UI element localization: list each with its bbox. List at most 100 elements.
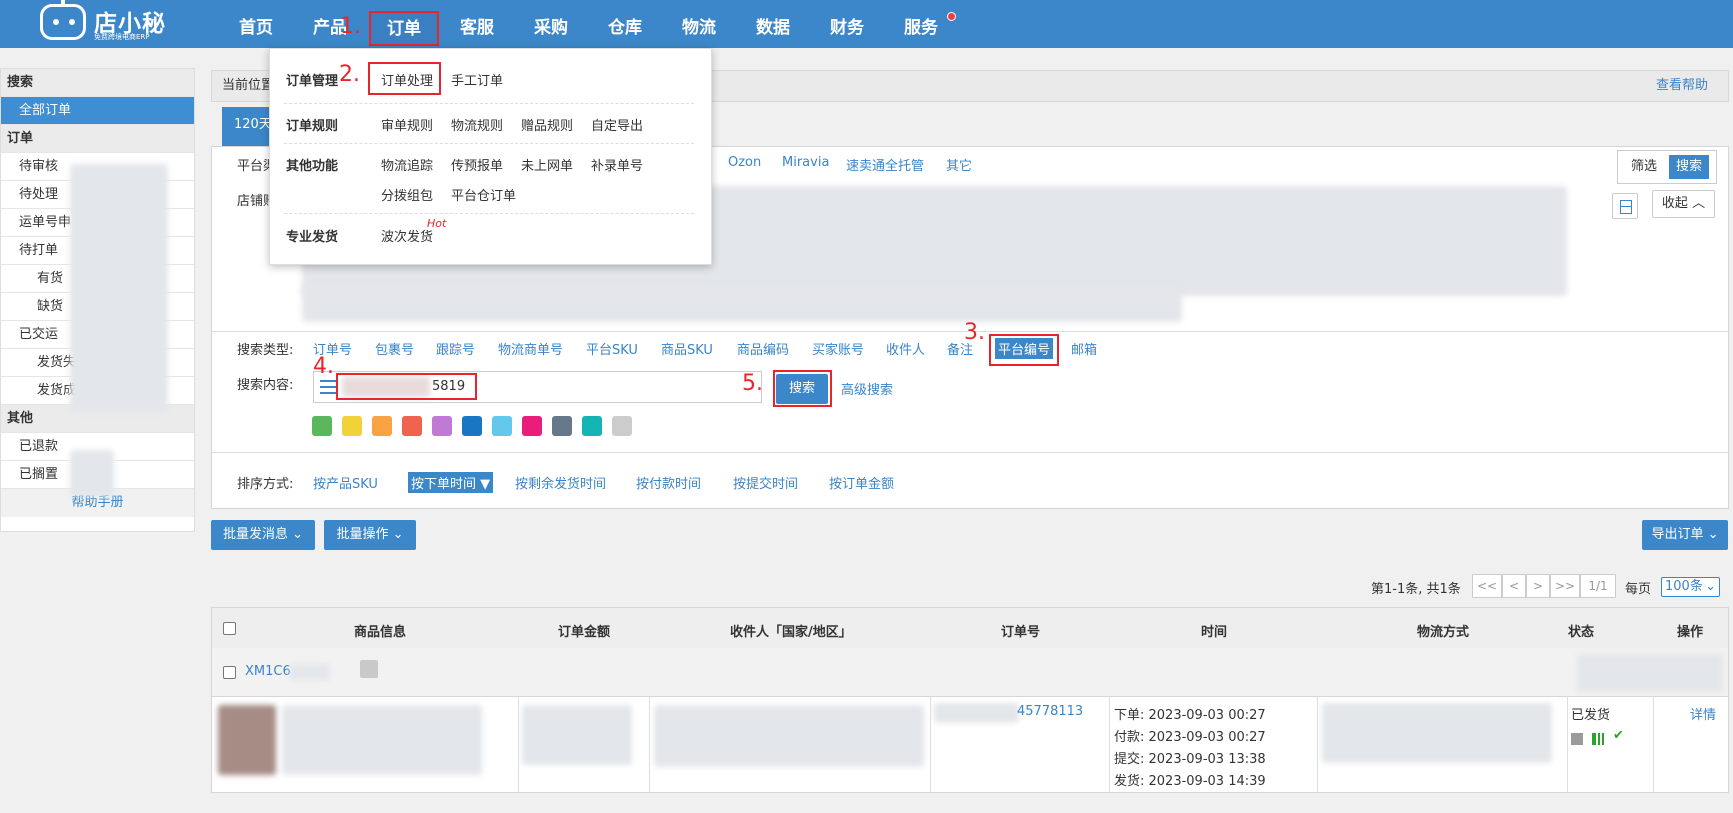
nav-warehouse[interactable]: 仓库 bbox=[598, 0, 652, 48]
nav-logistics[interactable]: 物流 bbox=[672, 0, 726, 48]
color-tag-swatch[interactable] bbox=[402, 416, 422, 436]
search-type-carrier-no[interactable]: 物流商单号 bbox=[498, 339, 563, 358]
copy-icon[interactable] bbox=[1571, 733, 1583, 745]
view-help-link[interactable]: 查看帮助 bbox=[1656, 71, 1708, 101]
menu-item-not-online[interactable]: 未上网单 bbox=[521, 155, 573, 174]
menu-item-upload-forecast[interactable]: 传预报单 bbox=[451, 155, 503, 174]
search-type-product-code[interactable]: 商品编码 bbox=[737, 339, 789, 358]
search-type-package-no[interactable]: 包裹号 bbox=[375, 339, 414, 358]
order-detail-link[interactable]: 详情 bbox=[1690, 704, 1716, 723]
collapse-button[interactable]: 收起 ︿ bbox=[1652, 190, 1715, 218]
menu-item-custom-export[interactable]: 自定导出 bbox=[591, 115, 643, 134]
pager-prev[interactable]: < bbox=[1502, 574, 1526, 598]
menu-item-platform-warehouse-orders[interactable]: 平台仓订单 bbox=[451, 185, 516, 204]
search-type-product-sku[interactable]: 商品SKU bbox=[661, 339, 713, 358]
order-row-header: XM1C6 bbox=[211, 648, 1729, 697]
search-type-recipient[interactable]: 收件人 bbox=[886, 339, 925, 358]
chevron-down-icon: ⌄ bbox=[1705, 579, 1716, 594]
multi-line-icon[interactable] bbox=[320, 380, 336, 394]
menu-item-wave-shipping[interactable]: 波次发货 bbox=[381, 226, 433, 245]
logo[interactable]: 店小秘 免费跨境电商ERP bbox=[38, 0, 178, 44]
order-dropdown-menu: 订单管理 订单处理 手工订单 订单规则 审单规则 物流规则 赠品规则 自定导出 … bbox=[269, 48, 712, 265]
batch-message-button[interactable]: 批量发消息 ⌄ bbox=[211, 520, 315, 550]
sort-by-submit-time[interactable]: 按提交时间 bbox=[733, 473, 798, 492]
menu-item-manual-order[interactable]: 手工订单 bbox=[451, 70, 503, 89]
select-all-checkbox[interactable] bbox=[223, 622, 236, 635]
menu-item-supplement-tracking[interactable]: 补录单号 bbox=[591, 155, 643, 174]
col-divider bbox=[1567, 697, 1568, 793]
per-page-value: 100条 bbox=[1665, 579, 1703, 594]
sidebar-item-all-orders[interactable]: 全部订单 bbox=[1, 97, 194, 125]
notification-dot bbox=[947, 12, 956, 21]
logo-subtitle: 免费跨境电商ERP bbox=[94, 33, 150, 41]
row-header-redacted bbox=[1577, 654, 1723, 692]
color-tag-swatch[interactable] bbox=[552, 416, 572, 436]
platform-other[interactable]: 其它 bbox=[946, 155, 972, 174]
nav-order[interactable]: 订单 bbox=[369, 11, 439, 46]
time-paid: 付款: 2023-09-03 00:27 bbox=[1114, 730, 1266, 745]
filter-toggle-button[interactable]: 筛选 bbox=[1624, 155, 1664, 179]
menu-item-gift-rules[interactable]: 赠品规则 bbox=[521, 115, 573, 134]
sort-by-order-time[interactable]: 按下单时间 ▼ bbox=[408, 472, 494, 493]
product-info-redacted bbox=[282, 705, 482, 775]
search-type-platform-sku[interactable]: 平台SKU bbox=[586, 339, 638, 358]
color-tag-swatch[interactable] bbox=[582, 416, 602, 436]
robot-logo-icon bbox=[40, 0, 86, 40]
color-tag-swatch[interactable] bbox=[372, 416, 392, 436]
time-ordered: 下单: 2023-09-03 00:27 bbox=[1114, 708, 1266, 723]
nav-data[interactable]: 数据 bbox=[746, 0, 800, 48]
barcode-icon[interactable] bbox=[1592, 733, 1604, 745]
order-id-link[interactable]: XM1C6 bbox=[245, 664, 291, 679]
shop-list-redacted-2 bbox=[302, 286, 1182, 322]
sort-by-sku[interactable]: 按产品SKU bbox=[313, 473, 378, 492]
check-icon[interactable]: ✔ bbox=[1613, 728, 1624, 743]
nav-purchase[interactable]: 采购 bbox=[524, 0, 578, 48]
search-type-email[interactable]: 邮箱 bbox=[1071, 339, 1097, 358]
nav-home[interactable]: 首页 bbox=[229, 0, 283, 48]
sort-label: 排序方式: bbox=[237, 477, 294, 492]
order-no-link[interactable]: 45778113 bbox=[1017, 704, 1083, 719]
search-type-buyer-account[interactable]: 买家账号 bbox=[812, 339, 864, 358]
sort-by-remaining-ship-time[interactable]: 按剩余发货时间 bbox=[515, 473, 606, 492]
menu-item-sort-pack[interactable]: 分拨组包 bbox=[381, 185, 433, 204]
color-tag-swatch[interactable] bbox=[462, 416, 482, 436]
batch-operation-button[interactable]: 批量操作 ⌄ bbox=[324, 520, 416, 550]
platform-aliexpress-managed[interactable]: 速卖通全托管 bbox=[846, 155, 924, 174]
batch-operation-label: 批量操作 bbox=[336, 527, 389, 542]
nav-customer-service[interactable]: 客服 bbox=[450, 0, 504, 48]
color-tag-swatch[interactable] bbox=[492, 416, 512, 436]
chevron-down-icon: ⌄ bbox=[292, 527, 304, 542]
menu-item-review-rules[interactable]: 审单规则 bbox=[381, 115, 433, 134]
search-type-tracking-no[interactable]: 跟踪号 bbox=[436, 339, 475, 358]
nav-service[interactable]: 服务 bbox=[894, 0, 948, 48]
platform-miravia[interactable]: Miravia bbox=[782, 155, 829, 170]
order-row: 45778113 下单: 2023-09-03 00:27 付款: 2023-0… bbox=[211, 697, 1729, 793]
export-orders-button[interactable]: 导出订单 ⌄ bbox=[1642, 520, 1728, 550]
th-shipping-method: 物流方式 bbox=[1417, 625, 1470, 640]
platform-ozon[interactable]: Ozon bbox=[728, 155, 761, 170]
color-tag-swatch[interactable] bbox=[342, 416, 362, 436]
color-tag-swatch[interactable] bbox=[522, 416, 542, 436]
row-checkbox[interactable] bbox=[223, 666, 236, 679]
col-divider bbox=[518, 697, 519, 793]
color-tag-swatch[interactable] bbox=[312, 416, 332, 436]
step-label-1: 1. bbox=[340, 14, 361, 39]
pager-last[interactable]: >> bbox=[1550, 574, 1580, 598]
nav-finance[interactable]: 财务 bbox=[820, 0, 874, 48]
sort-by-order-amount[interactable]: 按订单金额 bbox=[829, 473, 894, 492]
per-page-select[interactable]: 100条 ⌄ bbox=[1661, 577, 1720, 597]
pager-summary: 第1-1条, 共1条 bbox=[1371, 582, 1461, 597]
layout-toggle-icon[interactable] bbox=[1612, 193, 1638, 219]
menu-item-logistics-tracking[interactable]: 物流追踪 bbox=[381, 155, 433, 174]
menu-section-pro-shipping: 专业发货 bbox=[286, 230, 339, 245]
menu-item-logistics-rules[interactable]: 物流规则 bbox=[451, 115, 503, 134]
search-toggle-button[interactable]: 搜索 bbox=[1669, 155, 1710, 179]
color-tag-swatch[interactable] bbox=[432, 416, 452, 436]
order-id-redacted bbox=[290, 664, 330, 680]
sort-by-payment-time[interactable]: 按付款时间 bbox=[636, 473, 701, 492]
color-tag-swatch[interactable] bbox=[612, 416, 632, 436]
th-product-info: 商品信息 bbox=[354, 625, 407, 640]
advanced-search-link[interactable]: 高级搜索 bbox=[841, 379, 893, 398]
pager-first[interactable]: << bbox=[1472, 574, 1502, 598]
pager-next[interactable]: > bbox=[1526, 574, 1550, 598]
